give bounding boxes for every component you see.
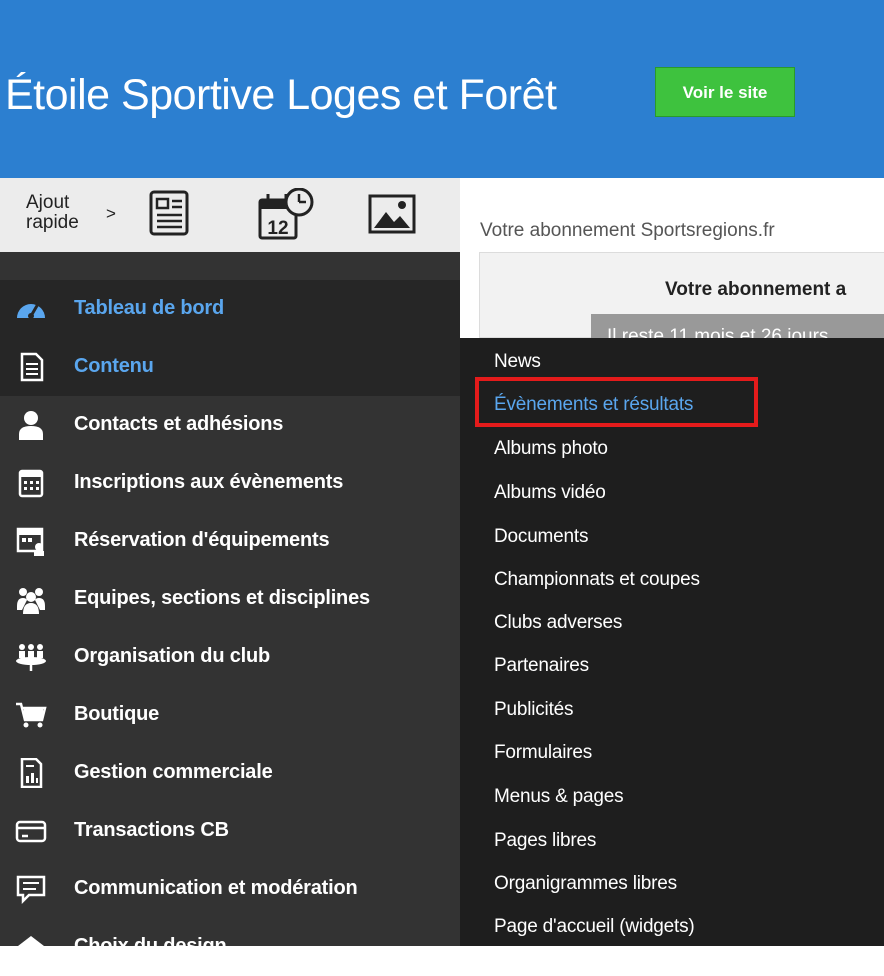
cart-icon [16, 702, 47, 728]
view-site-button[interactable]: Voir le site [655, 67, 795, 117]
sidebar-item-equipes[interactable]: Equipes, sections et disciplines [0, 570, 460, 628]
submenu-item-news[interactable]: News [494, 351, 541, 373]
submenu-item-albums-photo[interactable]: Albums photo [494, 438, 608, 460]
design-icon [18, 936, 44, 956]
document-icon [20, 352, 44, 382]
submenu-item-menus-pages[interactable]: Menus & pages [494, 786, 624, 808]
subscription-remaining-bar: Il reste 11 mois et 26 jours [591, 314, 884, 338]
submenu-item-documents[interactable]: Documents [494, 526, 588, 548]
sidebar-item-label: Gestion commerciale [74, 761, 273, 783]
sidebar-item-inscriptions[interactable]: Inscriptions aux évènements [0, 454, 460, 512]
quick-add-label-line1: Ajout [26, 192, 70, 213]
sidebar-item-reservation[interactable]: Réservation d'équipements [0, 512, 460, 570]
sidebar-item-label: Transactions CB [74, 819, 229, 841]
sidebar-item-organisation[interactable]: Organisation du club [0, 628, 460, 686]
quick-add-label-line2: rapide [26, 212, 79, 233]
submenu-item-partenaires[interactable]: Partenaires [494, 655, 589, 677]
content-submenu: News Évènements et résultats Albums phot… [460, 338, 884, 946]
sidebar-item-label: Tableau de bord [74, 297, 224, 319]
site-title: Étoile Sportive Loges et Forêt [5, 71, 557, 119]
sidebar-item-tableau-de-bord[interactable]: Tableau de bord [0, 280, 460, 338]
image-icon[interactable] [368, 194, 416, 239]
quick-add-bar: Ajout rapide > 12 [0, 178, 460, 252]
team-icon [17, 588, 45, 614]
sidebar-item-boutique[interactable]: Boutique [0, 686, 460, 744]
sidebar-item-label: Boutique [74, 703, 160, 725]
sidebar-item-label: Contacts et adhésions [74, 413, 284, 435]
sidebar-item-label: Inscriptions aux évènements [74, 471, 344, 493]
site-header: Étoile Sportive Loges et Forêt Voir le s… [0, 0, 884, 178]
sidebar-item-contenu[interactable]: Contenu [0, 338, 460, 396]
calendar-icon [18, 469, 44, 498]
news-icon[interactable] [149, 190, 189, 241]
subscription-remaining-text: Il reste 11 mois et 26 jours [607, 326, 829, 338]
highlight-box [475, 377, 758, 427]
user-icon [19, 411, 43, 440]
sidebar-item-label: Organisation du club [74, 645, 271, 667]
submenu-item-clubs-adverses[interactable]: Clubs adverses [494, 612, 622, 634]
credit-card-icon [15, 820, 47, 843]
submenu-item-championnats[interactable]: Championnats et coupes [494, 569, 700, 591]
dashboard-icon [17, 303, 45, 319]
submenu-item-formulaires[interactable]: Formulaires [494, 742, 592, 764]
submenu-item-pages-libres[interactable]: Pages libres [494, 830, 596, 852]
submenu-item-albums-video[interactable]: Albums vidéo [494, 482, 606, 504]
booking-icon [16, 527, 44, 556]
submenu-item-page-accueil[interactable]: Page d'accueil (widgets) [494, 916, 695, 938]
submenu-item-publicites[interactable]: Publicités [494, 699, 574, 721]
sidebar-item-label: Communication et modération [74, 877, 358, 899]
sidebar-item-transactions-cb[interactable]: Transactions CB [0, 802, 460, 860]
quick-add-arrow: > [106, 204, 116, 223]
calendar-day-text: 12 [267, 218, 288, 239]
meeting-icon [16, 644, 46, 671]
sidebar-item-label: Equipes, sections et disciplines [74, 587, 370, 609]
subscription-panel-title: Votre abonnement a [665, 279, 847, 300]
sidebar-item-contacts[interactable]: Contacts et adhésions [0, 396, 460, 454]
sidebar-item-label: Contenu [74, 355, 154, 377]
sidebar-item-design[interactable]: Choix du design [0, 918, 460, 976]
sidebar-item-label: Réservation d'équipements [74, 529, 330, 551]
invoice-icon [20, 758, 43, 788]
subscription-title: Votre abonnement Sportsregions.fr [480, 220, 775, 241]
message-icon [16, 875, 46, 904]
sidebar-item-gestion-commerciale[interactable]: Gestion commerciale [0, 744, 460, 802]
submenu-item-organigrammes[interactable]: Organigrammes libres [494, 873, 677, 895]
quick-add-label: Ajout rapide [26, 193, 79, 233]
calendar-clock-icon[interactable]: 12 [258, 187, 318, 247]
sidebar-item-communication[interactable]: Communication et modération [0, 860, 460, 918]
sidebar-item-label: Choix du design [74, 935, 227, 957]
